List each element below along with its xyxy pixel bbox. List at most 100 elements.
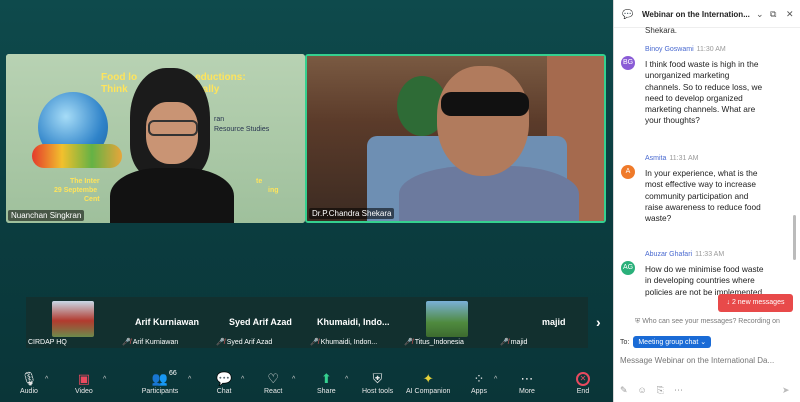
strip-label-text: Khumaidi, Indon... [320,338,378,346]
strip-label: 🎤̸ Khumaidi, Indon... [310,338,378,347]
strip-next-arrow-icon[interactable]: › [596,314,601,330]
participants-caret-icon[interactable]: ^ [188,376,191,383]
avatar: AG [621,261,635,275]
video-stage: Food lo eductions: Think ally ran Resource… [0,0,613,402]
slide-text: The Inter [70,178,100,185]
recipient-row: To: Meeting group chat ⌄ [620,336,712,348]
chat-label: Chat [216,388,232,395]
mic-muted-icon: 🎤̸ [404,339,413,346]
chat-bubble-icon: 💬 [622,9,634,19]
chevron-down-icon[interactable]: ⌄ [756,9,764,20]
slide-text: Cent [84,196,100,203]
video-caret-icon[interactable]: ^ [103,376,106,383]
sparkle-icon: ✦ [422,371,434,386]
message-text: I think food waste is high in the unorga… [645,59,763,126]
mic-muted-icon: 🎤̸ [122,339,131,346]
sender-name[interactable]: Abuzar Ghafari [645,251,692,258]
who-can-see-text: Who can see your messages? Recording on [642,318,780,325]
new-messages-button[interactable]: ↓ 2 new messages [718,294,793,312]
strip-label-text: Titus_Indonesia [414,338,464,346]
strip-tile-arif[interactable]: Arif Kurniawan 🎤̸ Arif Kurniawan [120,297,214,348]
participant-thumbnail [426,301,468,337]
chat-scrollbar[interactable] [793,215,796,260]
chat-icon: 💬 [216,371,233,386]
video-tile-active-speaker[interactable]: Dr.P.Chandra Shekara [305,54,606,223]
shield-icon: ⛨ [372,371,383,386]
strip-tile-cirdap[interactable]: CIRDAP HQ [26,297,120,348]
video-label: Video [75,388,93,395]
video-name-tag: Dr.P.Chandra Shekara [309,208,395,219]
strip-label: 🎤̸ majid [500,338,528,347]
chat-button[interactable]: 💬 Chat [216,371,233,396]
chat-message-input[interactable] [620,352,794,368]
file-icon[interactable]: ⎘ [657,385,664,396]
more-icon[interactable]: ⋯ [674,385,683,396]
share-screen-icon: ⬆ [320,371,332,386]
strip-label: 🎤̸ Arif Kurniawan [122,338,179,347]
mic-muted-icon: 🎤̸ [500,339,509,346]
host-tools-button[interactable]: ⛨ Host tools [362,371,394,396]
strip-big-name: Arif Kurniawan [135,317,200,327]
popout-icon[interactable]: ⧉ [770,9,776,20]
more-icon: ⋯ [520,371,534,386]
who-can-see-link[interactable]: ⛨ Who can see your messages? Recording o… [635,318,780,326]
strip-tile-majid[interactable]: majid 🎤̸ majid [496,297,588,348]
message-time: 11:33 AM [695,251,725,258]
apps-caret-icon[interactable]: ^ [494,376,497,383]
emoji-icon[interactable]: ☺ [638,385,647,396]
sender-name[interactable]: Asmita [645,155,666,162]
message-text: Shekara. [645,26,678,35]
sender-line: Binoy Goswami 11:30 AM [645,46,726,53]
sender-name[interactable]: Binoy Goswami [645,46,694,53]
message-time: 11:30 AM [696,46,726,53]
sender-line: Asmita 11:31 AM [645,155,698,162]
send-icon[interactable]: ➤ [782,385,790,396]
person-face [437,66,529,176]
close-icon[interactable]: ✕ [786,9,794,20]
video-off-icon: ▣ [77,371,91,386]
host-tools-label: Host tools [362,388,394,395]
participants-button[interactable]: 👥 66 Participants [140,370,180,395]
audio-button[interactable]: 🎙 Audio [20,372,38,396]
slide-text: te [256,178,263,185]
mic-muted-icon: 🎤̸ [216,339,225,346]
more-button[interactable]: ⋯ More [519,371,535,396]
meeting-toolbar: 🎙 Audio ^ ▣ Video ^ 👥 66 Participants ^ … [0,366,613,402]
video-tile-nuanchan[interactable]: Food lo eductions: Think ally ran Resource… [6,54,305,223]
strip-tile-syed[interactable]: Syed Arif Azad 🎤̸ Syed Arif Azad [214,297,308,348]
strip-big-name: Khumaidi, Indo... [317,317,390,327]
format-icon[interactable]: ✎ [620,385,628,396]
apps-label: Apps [471,388,487,395]
react-label: React [264,388,283,395]
chat-caret-icon[interactable]: ^ [241,376,244,383]
to-label: To: [620,338,630,346]
react-caret-icon[interactable]: ^ [292,376,295,383]
end-button[interactable]: ✕ End [576,372,590,395]
strip-tile-titus[interactable]: 🎤̸ Titus_Indonesia [402,297,496,348]
audio-caret-icon[interactable]: ^ [45,376,48,383]
react-button[interactable]: ♡ React [264,371,283,396]
end-label: End [576,388,590,395]
more-label: More [519,388,535,395]
participant-thumbnail [52,301,94,337]
share-button[interactable]: ⬆ Share [317,371,336,396]
message-text: In your experience, what is the most eff… [645,168,761,224]
share-caret-icon[interactable]: ^ [345,376,348,383]
participant-video-person [110,68,234,223]
ai-companion-label: AI Companion [406,388,451,395]
chat-tools: ✎ ☺ ⎘ ⋯ [620,385,683,396]
audio-label: Audio [20,388,38,395]
end-call-icon: ✕ [576,372,590,386]
strip-tile-khumaidi[interactable]: Khumaidi, Indo... 🎤̸ Khumaidi, Indon... [308,297,402,348]
strip-label-text: CIRDAP HQ [28,339,67,346]
avatar: A [621,165,635,179]
heart-icon: ♡ [267,371,279,386]
ai-companion-button[interactable]: ✦ AI Companion [406,371,451,396]
strip-label: 🎤̸ Titus_Indonesia [404,338,464,347]
video-button[interactable]: ▣ Video [75,371,93,396]
person-glasses [148,120,198,136]
strip-label-text: majid [510,338,528,346]
recipient-dropdown[interactable]: Meeting group chat ⌄ [633,336,712,348]
strip-label-text: Arif Kurniawan [132,338,179,346]
apps-button[interactable]: ⁘ Apps [471,372,487,396]
